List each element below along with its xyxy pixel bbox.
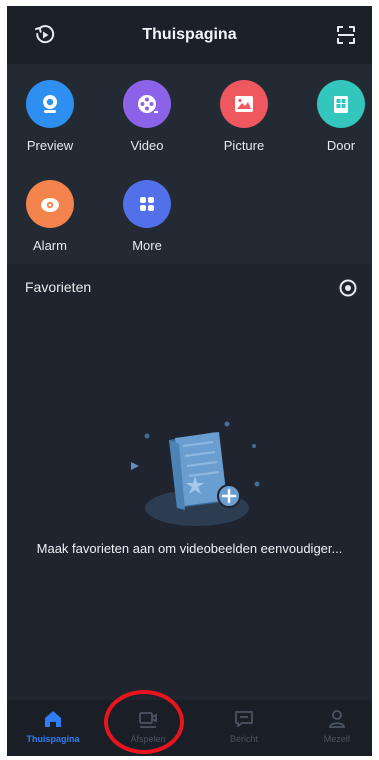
menu-item-label: More	[132, 238, 162, 253]
menu-item-door[interactable]: Door	[301, 80, 372, 153]
page-title: Thuispagina	[142, 26, 237, 43]
tab-bericht[interactable]: Bericht	[199, 708, 289, 744]
empty-favorites-illustration-icon	[131, 421, 260, 526]
menu-item-preview[interactable]: Preview	[10, 80, 90, 153]
more-icon	[123, 180, 171, 228]
header-bar: Thuispagina	[7, 6, 372, 64]
menu-item-more[interactable]: More	[107, 180, 187, 253]
phone-screen: Thuispagina Preview Video Picture Door A…	[7, 6, 372, 756]
menu-item-picture[interactable]: Picture	[204, 80, 284, 153]
menu-item-alarm[interactable]: Alarm	[10, 180, 90, 253]
bottom-nav: Thuispagina Afspelen Bericht Mezelf	[7, 700, 372, 756]
tab-thuispagina[interactable]: Thuispagina	[8, 708, 98, 744]
menu-item-label: Alarm	[33, 238, 67, 253]
settings-icon[interactable]	[338, 278, 358, 298]
favorites-title: Favorieten	[25, 279, 92, 295]
door-icon	[317, 80, 365, 128]
menu-item-label: Picture	[223, 138, 265, 153]
highlight-circle-annotation	[104, 690, 184, 754]
favorites-empty-message: Maak favorieten aan om videobeelden eenv…	[36, 541, 343, 556]
menu-item-label: Video	[130, 138, 164, 153]
film-reel-icon	[123, 80, 171, 128]
menu-item-label: Door	[326, 138, 356, 153]
picture-icon	[220, 80, 268, 128]
menu-item-video[interactable]: Video	[107, 80, 187, 153]
tab-label: Thuispagina	[26, 734, 80, 744]
camera-icon	[26, 80, 74, 128]
alarm-icon	[26, 180, 74, 228]
menu-item-label: Preview	[26, 138, 74, 153]
scan-icon[interactable]	[334, 23, 358, 47]
tab-mezelf[interactable]: Mezelf	[292, 708, 372, 744]
message-icon	[235, 711, 253, 727]
profile-icon	[329, 710, 345, 728]
quick-menu: Preview Video Picture Door Alarm More	[7, 64, 372, 264]
home-icon	[45, 711, 61, 727]
tab-label: Mezelf	[323, 734, 351, 744]
tab-label: Bericht	[229, 734, 258, 744]
